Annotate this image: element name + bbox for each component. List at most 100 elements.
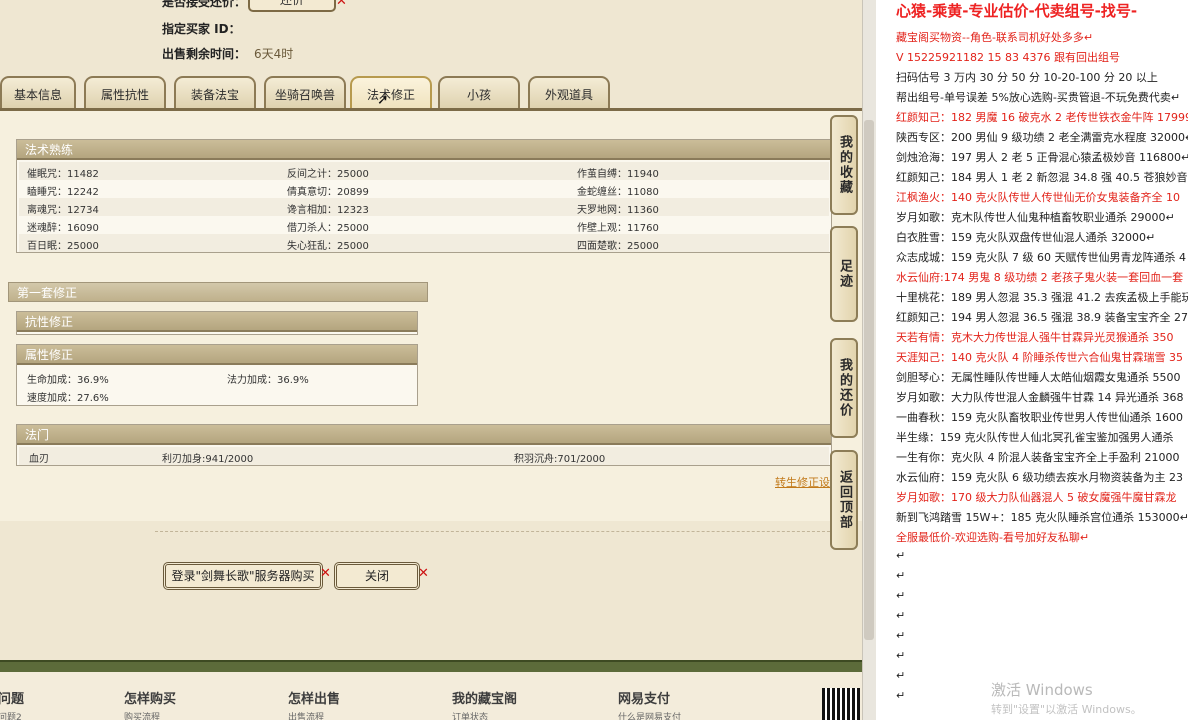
skill-cell: 催眠咒：11482 bbox=[27, 169, 99, 180]
skill-cell: 瞌睡咒：12242 bbox=[27, 187, 99, 198]
footer-bar bbox=[0, 660, 862, 672]
footer-sub-link[interactable]: 什么是网易支付 bbox=[618, 710, 681, 720]
footer-sub-link[interactable]: 购买流程 bbox=[124, 710, 160, 720]
doc-line: 江枫渔火：140 克火队传世人传世仙无价女鬼装备齐全 10 bbox=[896, 191, 1180, 204]
tab-spell-correction[interactable]: 法术修正 bbox=[350, 76, 432, 110]
skill-cell: 谗言相加：12323 bbox=[287, 205, 369, 216]
tab-basic-info[interactable]: 基本信息 bbox=[0, 76, 76, 110]
footer-item-my-treasure[interactable]: 我的藏宝阁 bbox=[452, 688, 517, 707]
doc-line: 白衣胜雪：159 克火队双盘传世仙混人通杀 32000↵ bbox=[896, 231, 1156, 244]
doc-line: 剑烛沧海：197 男人 2 老 5 正骨混心猿孟极妙音 116800↵ bbox=[896, 151, 1188, 164]
doc-line: ↵ bbox=[896, 609, 906, 622]
bargain-button[interactable]: 还价 bbox=[248, 0, 336, 12]
doc-line: 全服最低价-欢迎选购-看号加好友私聊↵ bbox=[896, 531, 1090, 544]
attr-cell: 速度加成：27.6% bbox=[27, 393, 109, 404]
doc-line: 水云仙府:174 男鬼 8 级功绩 2 老孩子鬼火装一套回血一套 bbox=[896, 271, 1184, 284]
skill-cell: 作茧自缚：11940 bbox=[577, 169, 659, 180]
doc-line: 红颜知己：184 男人 1 老 2 新忽混 34.8 强 40.5 苍狼妙音 2… bbox=[896, 171, 1188, 184]
skill-cell: 天罗地网：11360 bbox=[577, 205, 659, 216]
listing-detail-page: 是否接受还价： 还价 ✕ 指定买家 ID： 出售剩余时间： 6天4时 基本信息 属… bbox=[0, 0, 862, 720]
reincarnate-correction-link[interactable]: 转生修正设 bbox=[775, 474, 830, 490]
doc-line: 天涯知己：140 克火队 4 阶睡杀传世六合仙鬼甘霖瑞雪 35 bbox=[896, 351, 1183, 364]
tab-equipment[interactable]: 装备法宝 bbox=[174, 76, 256, 110]
tab-appearance[interactable]: 外观道具 bbox=[528, 76, 610, 110]
skill-cell: 离魂咒：12734 bbox=[27, 205, 99, 216]
skill-cell: 四面楚歌：25000 bbox=[577, 241, 659, 252]
attr-cell: 法力加成：36.9% bbox=[227, 375, 309, 386]
my-bargain-button[interactable]: 我的还价 bbox=[830, 338, 858, 438]
tab-mounts-pets[interactable]: 坐骑召唤兽 bbox=[264, 76, 346, 110]
login-buy-button[interactable]: 登录"剑舞长歌"服务器购买 bbox=[163, 562, 323, 590]
spell-skill-section: 法术熟练 催眠咒：11482 反间之计：25000 作茧自缚：11940 瞌睡咒… bbox=[16, 139, 832, 253]
skill-cell: 失心狂乱：25000 bbox=[287, 241, 369, 252]
doc-line: ↵ bbox=[896, 629, 906, 642]
doc-line: 剑胆琴心：无属性睡队传世睡人太皓仙烟霞女鬼通杀 5500 bbox=[896, 371, 1181, 384]
skill-cell: 倩真意切：20899 bbox=[287, 187, 369, 198]
doc-line: ↵ bbox=[896, 549, 906, 562]
bargain-row: 是否接受还价： bbox=[162, 0, 246, 10]
resist-title: 抗性修正 bbox=[17, 312, 417, 332]
close-x-icon: ✕ bbox=[320, 566, 331, 581]
doc-line: 扫码估号 3 万内 30 分 50 分 10-20-100 分 20 以上 bbox=[896, 71, 1158, 84]
doc-line: 红颜知己：194 男人忽混 36.5 强混 38.9 装备宝宝齐全 275 bbox=[896, 311, 1188, 324]
doc-line: 陕西专区：200 男仙 9 级功绩 2 老全满雷克水程度 32000↵ bbox=[896, 131, 1188, 144]
footer-sub-link[interactable]: 出售流程 bbox=[288, 710, 324, 720]
time-left-label: 出售剩余时间： bbox=[162, 47, 247, 61]
skill-cell: 作壁上观：11760 bbox=[577, 223, 659, 234]
doc-line: 藏宝阁买物资--角色-联系司机好处多多↵ bbox=[896, 31, 1094, 44]
skill-cell: 迷魂醉：16090 bbox=[27, 223, 99, 234]
resist-section: 抗性修正 bbox=[16, 311, 418, 335]
doc-line: 众志成城：159 克火队 7 级 60 天赋传世仙男青龙阵通杀 4 bbox=[896, 251, 1186, 264]
magic-section: 法门 血刃 利刃加身:941/2000 积羽沉舟:701/2000 bbox=[16, 424, 832, 466]
skill-cell: 借刀杀人：25000 bbox=[287, 223, 369, 234]
tab-child[interactable]: 小孩 bbox=[438, 76, 520, 110]
close-x-icon: ✕ bbox=[418, 566, 429, 581]
magic-item: 积羽沉舟:701/2000 bbox=[514, 454, 606, 465]
detail-tabs: 基本信息 属性抗性 装备法宝 坐骑召唤兽 法术修正 小孩 外观道具 ➚ bbox=[0, 76, 862, 110]
footer: 问题 怎样购买 怎样出售 我的藏宝阁 网易支付 问题2 购买流程 出售流程 订单… bbox=[0, 672, 862, 720]
doc-line: V 15225921182 15 83 4376 跟有回出组号 bbox=[896, 51, 1120, 64]
close-x-icon: ✕ bbox=[336, 0, 347, 9]
attr-cell: 生命加成：36.9% bbox=[27, 375, 109, 386]
tab-panel: 法术熟练 催眠咒：11482 反间之计：25000 作茧自缚：11940 瞌睡咒… bbox=[0, 111, 862, 532]
doc-line: 新到飞鸿踏雪 15W+：185 克火队睡杀宫位通杀 153000↵ bbox=[896, 511, 1188, 524]
document-pane: 心猿-乘黄-专业估价-代卖组号-找号- 藏宝阁买物资--角色-联系司机好处多多↵… bbox=[876, 0, 1188, 720]
attr-title: 属性修正 bbox=[17, 345, 417, 365]
skill-cell: 金蛇缠丝：11080 bbox=[577, 187, 659, 198]
doc-line: 一曲春秋：159 克火队畜牧职业传世男人传世仙通杀 1600 bbox=[896, 411, 1183, 424]
divider bbox=[155, 531, 835, 532]
qr-code-icon bbox=[822, 688, 860, 720]
scrollbar-thumb[interactable] bbox=[864, 120, 874, 640]
footer-sub-link[interactable]: 问题2 bbox=[0, 710, 22, 720]
footer-item-netease-pay[interactable]: 网易支付 bbox=[618, 688, 670, 707]
footer-item-faq[interactable]: 问题 bbox=[0, 688, 24, 707]
bargain-label: 是否接受还价： bbox=[162, 0, 247, 9]
doc-line: 岁月如歌：大力队传世混人金麟强牛甘霖 14 异光通杀 368 bbox=[896, 391, 1184, 404]
doc-line: 天若有情：克木大力传世混人强牛甘霖异光灵猴通杀 350 bbox=[896, 331, 1174, 344]
tab-attributes[interactable]: 属性抗性 bbox=[84, 76, 166, 110]
time-left-value: 6天4时 bbox=[254, 47, 294, 61]
doc-line: 十里桃花：189 男人忽混 35.3 强混 41.2 去疾孟极上手能玩 bbox=[896, 291, 1188, 304]
back-to-top-button[interactable]: 返回顶部 bbox=[830, 450, 858, 550]
my-favorites-button[interactable]: 我的收藏 bbox=[830, 115, 858, 215]
footer-item-how-to-sell[interactable]: 怎样出售 bbox=[288, 688, 340, 707]
footer-sub-link[interactable]: 订单状态 bbox=[452, 710, 488, 720]
skill-cell: 反间之计：25000 bbox=[287, 169, 369, 180]
attr-section: 属性修正 生命加成：36.9% 法力加成：36.9% 速度加成：27.6% bbox=[16, 344, 418, 406]
magic-item: 利刃加身:941/2000 bbox=[162, 454, 254, 465]
doc-line: 岁月如歌：170 级大力队仙器混人 5 破女魔强牛魔甘霖龙 bbox=[896, 491, 1177, 504]
doc-line: ↵ bbox=[896, 569, 906, 582]
footprint-button[interactable]: 足迹 bbox=[830, 226, 858, 322]
doc-line: ↵ bbox=[896, 689, 906, 702]
windows-activation-hint: 转到"设置"以激活 Windows。 bbox=[991, 703, 1142, 716]
close-button[interactable]: 关闭 bbox=[334, 562, 420, 590]
skill-cell: 百日眠：25000 bbox=[27, 241, 99, 252]
first-set-title: 第一套修正 bbox=[8, 282, 428, 302]
buyer-id-row: 指定买家 ID： bbox=[162, 20, 241, 37]
doc-line: 水云仙府：159 克火队 6 级功绩去疾水月物资装备为主 23 bbox=[896, 471, 1183, 484]
doc-line: 一生有你：克火队 4 阶混人装备宝宝齐全上手盈利 21000 bbox=[896, 451, 1180, 464]
doc-line: 岁月如歌：克木队传世人仙鬼种植畜牧职业通杀 29000↵ bbox=[896, 211, 1175, 224]
footer-item-how-to-buy[interactable]: 怎样购买 bbox=[124, 688, 176, 707]
mouse-cursor-icon: ➚ bbox=[377, 92, 389, 108]
buyer-id-label: 指定买家 ID： bbox=[162, 22, 241, 36]
